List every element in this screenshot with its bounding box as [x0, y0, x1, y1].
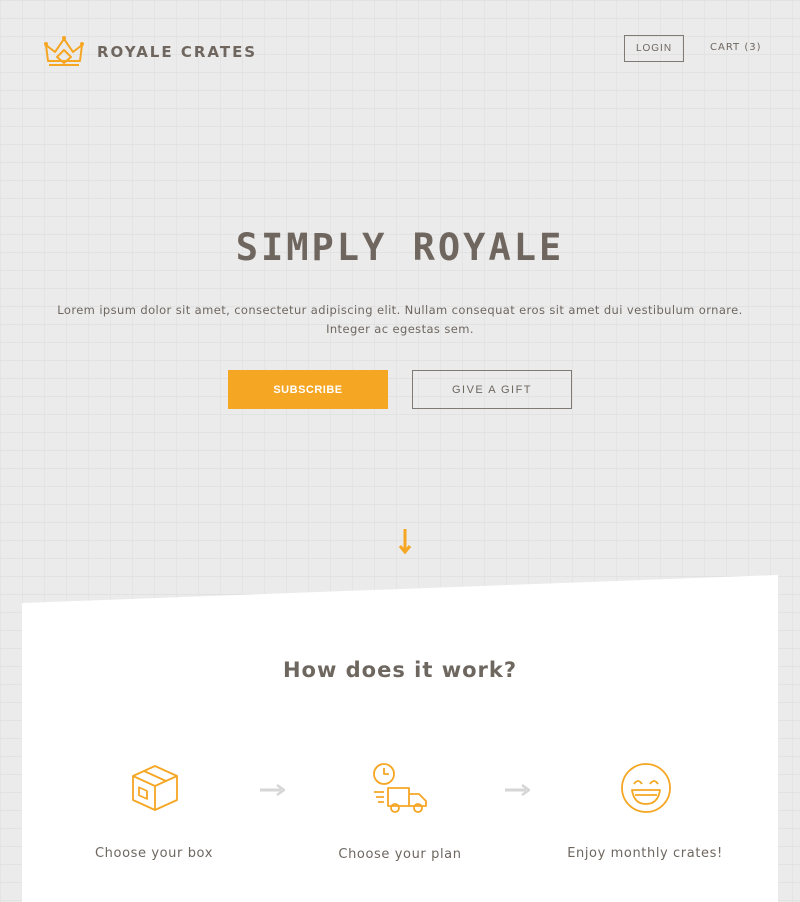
- crown-icon: [44, 36, 84, 66]
- give-a-gift-button[interactable]: GIVE A GIFT: [412, 370, 572, 409]
- brand-name: ROYALE CRATES: [97, 43, 258, 61]
- box-icon: [132, 765, 178, 811]
- step-label: Enjoy monthly crates!: [567, 846, 723, 861]
- site-header: ROYALE CRATES LOGIN CART (3): [0, 0, 800, 100]
- step-arrow-icon: [505, 784, 530, 796]
- delivery-truck-icon: [373, 763, 427, 813]
- login-button[interactable]: LOGIN: [624, 35, 684, 62]
- step-label: Choose your box: [95, 846, 213, 861]
- subscribe-button[interactable]: SUBSCRIBE: [228, 370, 388, 409]
- hero-description: Lorem ipsum dolor sit amet, consectetur …: [57, 303, 743, 336]
- hero-title: SIMPLY ROYALE: [235, 226, 565, 269]
- how-it-works-title: How does it work?: [282, 658, 518, 682]
- logo[interactable]: ROYALE CRATES: [44, 35, 257, 69]
- cart-link[interactable]: CART (3): [710, 42, 762, 53]
- step-label: Choose your plan: [338, 847, 462, 862]
- smiley-icon: [621, 763, 671, 813]
- arrow-down-icon[interactable]: [395, 527, 415, 555]
- step-arrow-icon: [260, 784, 285, 796]
